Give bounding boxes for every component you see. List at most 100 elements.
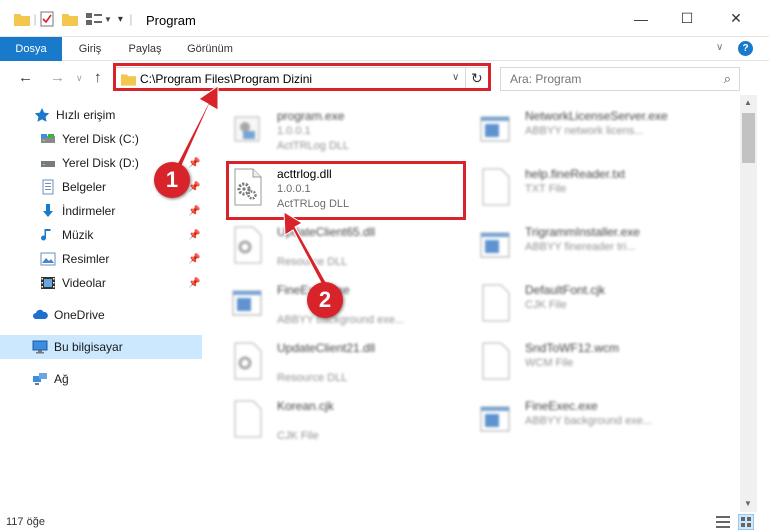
sidebar-item-label: Ağ — [54, 372, 69, 386]
file-item[interactable]: DefaultFont.cjk CJK File — [479, 277, 709, 333]
step-badge-1: 1 — [154, 162, 190, 198]
properties-icon[interactable] — [40, 11, 54, 27]
sidebar-item-label: Bu bilgisayar — [54, 340, 123, 354]
file-item[interactable]: SndToWF12.wcm WCM File — [479, 335, 709, 391]
file-item[interactable]: help.fineReader.txt TXT File — [479, 161, 709, 217]
document-icon — [234, 400, 262, 438]
customize-toolbar-icon[interactable]: ▾ — [118, 14, 123, 25]
documents-icon — [40, 179, 56, 195]
sidebar-item-videos[interactable]: Videolar 📌 — [0, 271, 202, 295]
application-icon — [232, 290, 262, 316]
recent-locations-button[interactable]: ∨ — [76, 73, 83, 84]
view-options-dropdown-icon[interactable]: ▼ — [104, 15, 112, 24]
file-item[interactable]: program.exe 1.0.0.1 ActTRLog DLL — [231, 103, 461, 159]
step-badge-2: 2 — [307, 282, 343, 318]
file-description: TXT File — [525, 183, 567, 195]
dll-file-icon — [234, 342, 262, 380]
download-icon — [40, 203, 56, 219]
star-icon — [34, 107, 50, 123]
file-description: ActTRLog DLL — [277, 140, 350, 152]
file-description: Resource DLL — [277, 372, 348, 384]
music-icon — [40, 227, 56, 243]
details-view-icon[interactable] — [716, 515, 730, 529]
ribbon-tabs: Dosya Giriş Paylaş Görünüm ∨ ? — [0, 37, 769, 61]
status-bar: 117 öğe — [0, 512, 769, 532]
tab-view[interactable]: Görünüm — [178, 37, 242, 61]
vertical-scrollbar[interactable]: ▲ ▼ — [740, 95, 757, 512]
search-input[interactable] — [510, 72, 710, 86]
large-icons-view-icon[interactable] — [738, 514, 754, 530]
new-folder-icon[interactable] — [62, 12, 78, 26]
sidebar-item-local-disk-c[interactable]: Yerel Disk (C:) — [0, 127, 202, 151]
file-item[interactable]: Korean.cjk CJK File — [231, 393, 461, 449]
videos-icon — [40, 275, 56, 291]
file-description: ABBYY finereader tri... — [525, 241, 636, 253]
application-icon — [480, 116, 510, 142]
sidebar-item-label: Videolar — [62, 276, 106, 290]
maximize-button[interactable]: ☐ — [664, 0, 710, 37]
file-name: NetworkLicenseServer.exe — [525, 109, 668, 123]
file-item[interactable]: UpdateClient21.dll Resource DLL — [231, 335, 461, 391]
close-button[interactable]: ✕ — [713, 0, 759, 37]
search-icon[interactable]: ⌕ — [724, 71, 731, 87]
minimize-button[interactable]: — — [618, 0, 664, 37]
sidebar-item-label: Belgeler — [62, 180, 107, 194]
file-item[interactable]: FineExec.exe ABBYY background exe... — [479, 393, 709, 449]
scrollbar-thumb[interactable] — [742, 113, 755, 163]
file-name: SndToWF12.wcm — [525, 341, 620, 355]
drive-icon — [40, 131, 56, 147]
help-icon[interactable]: ? — [738, 41, 753, 56]
file-item[interactable]: FineExec.exe ABBYY background exe... — [231, 277, 461, 333]
pin-icon[interactable]: 📌 — [188, 278, 200, 289]
sidebar-item-label: Yerel Disk (C:) — [62, 132, 139, 146]
file-item[interactable]: UpdateClient65.dll Resource DLL — [231, 219, 461, 275]
computer-icon — [32, 339, 48, 355]
pin-icon[interactable]: 📌 — [188, 230, 200, 241]
file-name: TrigrammInstaller.exe — [525, 225, 640, 239]
sidebar-item-label: Resimler — [62, 252, 110, 266]
file-name: UpdateClient21.dll — [277, 341, 376, 355]
up-button[interactable]: ↑ — [94, 69, 102, 86]
executable-icon — [234, 116, 260, 142]
scroll-down-icon[interactable]: ▼ — [744, 499, 752, 508]
pin-icon[interactable]: 📌 — [188, 254, 200, 265]
sidebar-item-quick-access[interactable]: Hızlı erişim — [0, 103, 202, 127]
navigation-pane: Hızlı erişim Yerel Disk (C:) Yerel Disk … — [0, 95, 202, 512]
file-description: ABBYY background exe... — [525, 415, 652, 427]
sidebar-item-this-pc[interactable]: Bu bilgisayar — [0, 335, 202, 359]
file-name: help.fineReader.txt — [525, 167, 626, 181]
search-box[interactable]: ⌕ — [500, 67, 740, 91]
sidebar-item-label: Hızlı erişim — [56, 108, 116, 122]
pin-icon[interactable]: 📌 — [188, 206, 200, 217]
file-name: Korean.cjk — [277, 399, 334, 413]
forward-button[interactable]: → — [50, 69, 65, 86]
sidebar-item-downloads[interactable]: İndirmeler 📌 — [0, 199, 202, 223]
tab-home[interactable]: Giriş — [66, 37, 114, 61]
sidebar-item-network[interactable]: Ağ — [0, 367, 202, 391]
drive-icon — [40, 155, 56, 171]
scroll-up-icon[interactable]: ▲ — [744, 98, 752, 107]
document-icon — [482, 342, 510, 380]
document-icon — [482, 168, 510, 206]
file-description: CJK File — [525, 299, 567, 311]
file-list: program.exe 1.0.0.1 ActTRLog DLL acttrlo… — [203, 95, 740, 512]
tab-file[interactable]: Dosya — [0, 37, 62, 61]
view-options-icon[interactable] — [86, 12, 102, 26]
sidebar-item-music[interactable]: Müzik 📌 — [0, 223, 202, 247]
pin-icon[interactable]: 📌 — [188, 182, 200, 193]
file-item[interactable]: NetworkLicenseServer.exe ABBYY network l… — [479, 103, 709, 159]
folder-icon[interactable] — [14, 12, 30, 26]
back-button[interactable]: ← — [18, 69, 33, 86]
document-icon — [482, 284, 510, 322]
sidebar-item-pictures[interactable]: Resimler 📌 — [0, 247, 202, 271]
sidebar-item-onedrive[interactable]: OneDrive — [0, 303, 202, 327]
address-bar-highlight — [113, 63, 491, 91]
pin-icon[interactable]: 📌 — [188, 158, 200, 169]
cloud-icon — [32, 307, 48, 323]
quick-access-toolbar: | ▼ ▾ | — [14, 9, 135, 29]
file-item[interactable]: TrigrammInstaller.exe ABBYY finereader t… — [479, 219, 709, 275]
file-name: program.exe — [277, 109, 345, 123]
expand-ribbon-icon[interactable]: ∨ — [716, 42, 723, 53]
tab-share[interactable]: Paylaş — [120, 37, 170, 61]
file-version: 1.0.0.1 — [277, 125, 311, 137]
